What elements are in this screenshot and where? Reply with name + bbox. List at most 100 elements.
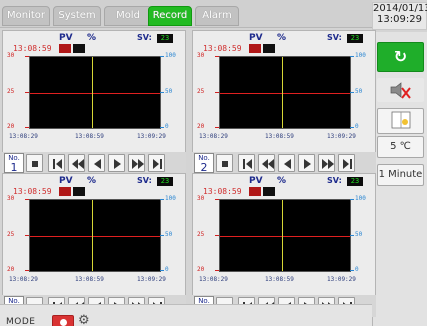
- channel-number-button[interactable]: No. 1: [4, 153, 24, 173]
- time-readout: 13:08:59: [203, 44, 242, 53]
- skip-last-button[interactable]: [148, 154, 165, 172]
- speaker-muted-icon: [390, 82, 411, 99]
- pv-label: PV: [249, 176, 263, 186]
- record-book-button[interactable]: [377, 108, 424, 134]
- skip-first-button[interactable]: [48, 154, 65, 172]
- step-back-button[interactable]: [278, 154, 295, 172]
- skip-first-button[interactable]: [238, 154, 255, 172]
- pv-trend-line: [220, 93, 350, 94]
- step-forward-button[interactable]: [298, 154, 315, 172]
- y-axis-right-tick: [160, 56, 164, 57]
- trend-plot[interactable]: [219, 199, 351, 272]
- sv-label: SV:: [137, 33, 152, 42]
- step-back-icon: [284, 159, 291, 169]
- y-axis-right-tick: [350, 199, 354, 200]
- pv-value-box: [59, 44, 71, 53]
- interval-setting[interactable]: 1 Minute: [377, 164, 424, 186]
- y-axis-left-tick: [215, 56, 219, 57]
- record-screen: Monitor System Mold Record Alarm 2014/01…: [0, 0, 427, 326]
- output-value-box: [263, 44, 275, 53]
- pv-trend-line: [220, 236, 350, 237]
- skip-last-icon: [343, 159, 352, 169]
- y-axis-right-tick: [160, 270, 164, 271]
- mode-button[interactable]: [52, 315, 74, 326]
- x-axis-label: 13:08:59: [75, 276, 104, 283]
- y-axis-right-tick: [350, 127, 354, 128]
- fast-forward-button[interactable]: [128, 154, 145, 172]
- y-axis-right-label: 0: [165, 266, 169, 273]
- y-axis-right-tick: [350, 56, 354, 57]
- clock-time: 13:09:29: [377, 14, 422, 25]
- gear-icon[interactable]: ⚙: [78, 313, 90, 326]
- sv-label: SV:: [327, 33, 342, 42]
- pv-label: PV: [249, 33, 263, 43]
- percent-label: %: [87, 176, 97, 186]
- mute-button[interactable]: [377, 78, 424, 102]
- chart-panel-1: PV% SV: 23 13:08:59 30 25 20 100 50 0 13:08:29 13:0…: [2, 30, 186, 172]
- stop-icon: [222, 161, 228, 167]
- y-axis-left-label: 20: [7, 123, 15, 130]
- stop-circle-icon: [60, 319, 67, 326]
- cursor-line[interactable]: [92, 200, 93, 271]
- percent-label: %: [277, 33, 287, 43]
- skip-last-button[interactable]: [338, 154, 355, 172]
- y-axis-left-label: 20: [7, 266, 15, 273]
- y-axis-right-label: 50: [355, 88, 363, 95]
- y-axis-left-label: 20: [197, 123, 205, 130]
- refresh-button[interactable]: ↻: [377, 42, 424, 72]
- channel-number: 2: [200, 161, 208, 174]
- y-axis-left-label: 30: [197, 195, 205, 202]
- cursor-line[interactable]: [282, 200, 283, 271]
- output-value-box: [73, 44, 85, 53]
- step-forward-button[interactable]: [108, 154, 125, 172]
- tab-system[interactable]: System: [53, 6, 101, 26]
- tab-record[interactable]: Record: [148, 6, 192, 26]
- step-back-button[interactable]: [88, 154, 105, 172]
- y-axis-right-label: 100: [165, 52, 176, 59]
- y-axis-left-tick: [215, 270, 219, 271]
- y-axis-left-tick: [215, 92, 219, 93]
- stop-button[interactable]: [216, 154, 233, 172]
- x-axis-label: 13:08:59: [75, 133, 104, 140]
- stop-button[interactable]: [26, 154, 43, 172]
- x-axis-label: 13:09:29: [327, 133, 356, 140]
- tab-monitor[interactable]: Monitor: [2, 6, 50, 26]
- book-icon: [391, 111, 410, 129]
- fast-rewind-button[interactable]: [68, 154, 85, 172]
- y-axis-right-tick: [160, 92, 164, 93]
- pv-value-box: [59, 187, 71, 196]
- channel-number-button[interactable]: No. 2: [194, 153, 214, 173]
- y-axis-right-tick: [350, 92, 354, 93]
- pv-trend-line: [30, 93, 160, 94]
- x-axis-label: 13:08:29: [9, 276, 38, 283]
- pv-label: PV: [59, 33, 73, 43]
- channel-number: 1: [10, 161, 18, 174]
- temperature-setting[interactable]: 5 ℃: [377, 136, 424, 158]
- trend-plot[interactable]: [219, 56, 351, 129]
- pv-label: PV: [59, 176, 73, 186]
- y-axis-right-tick: [350, 235, 354, 236]
- chart-panel-2: PV% SV: 23 13:08:59 30 25 20 100 50 0 13:08:29 13:0…: [192, 30, 376, 172]
- cursor-line[interactable]: [282, 57, 283, 128]
- y-axis-left-tick: [215, 199, 219, 200]
- tab-mold[interactable]: Mold: [104, 6, 152, 26]
- x-axis-label: 13:09:29: [137, 276, 166, 283]
- y-axis-left-tick: [25, 270, 29, 271]
- fast-forward-icon: [132, 159, 144, 169]
- trend-plot[interactable]: [29, 56, 161, 129]
- pv-value-box: [249, 187, 261, 196]
- trend-plot[interactable]: [29, 199, 161, 272]
- y-axis-left-label: 30: [197, 52, 205, 59]
- x-axis-label: 13:08:29: [9, 133, 38, 140]
- cursor-line[interactable]: [92, 57, 93, 128]
- playback-controls-2: No. 2: [192, 152, 376, 174]
- fast-forward-button[interactable]: [318, 154, 335, 172]
- fast-rewind-icon: [262, 159, 274, 169]
- chart-panel-3: PV% SV: 23 13:08:59 30 25 20 100 50 0 13:08:29 13:0…: [2, 173, 186, 315]
- x-axis-label: 13:09:29: [327, 276, 356, 283]
- output-value-box: [263, 187, 275, 196]
- x-axis-label: 13:08:29: [199, 276, 228, 283]
- tab-alarm[interactable]: Alarm: [195, 6, 239, 26]
- y-axis-left-tick: [25, 92, 29, 93]
- fast-rewind-button[interactable]: [258, 154, 275, 172]
